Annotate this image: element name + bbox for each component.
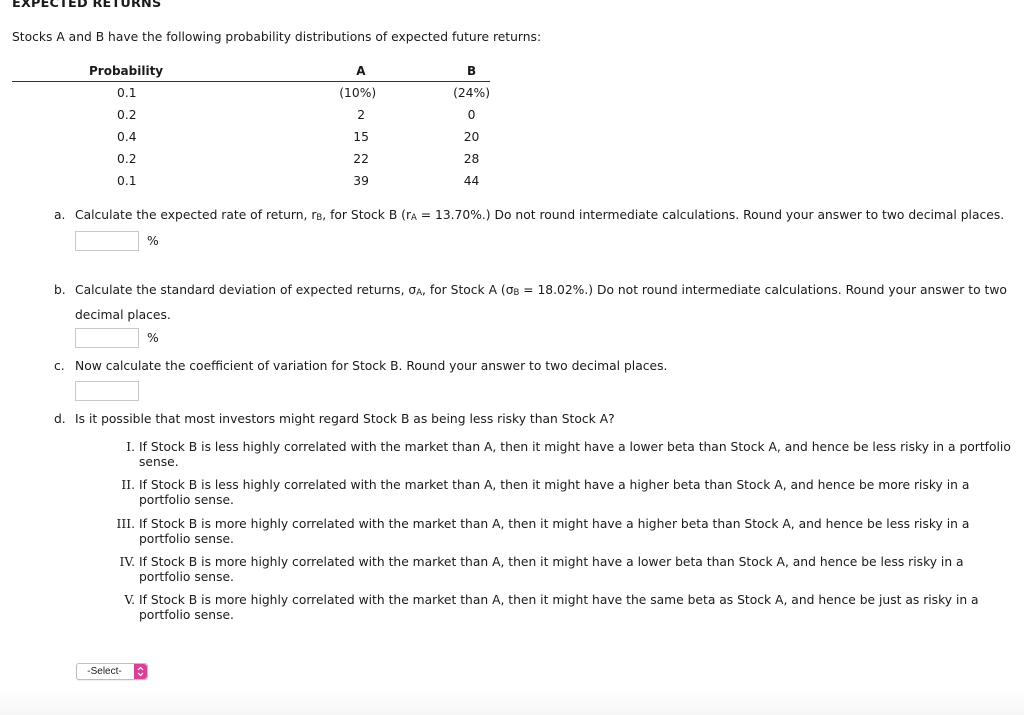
table-row: 0.2 2 0 xyxy=(12,104,490,126)
cell-b: 28 xyxy=(463,152,480,166)
distribution-table: Probability A B 0.1 (10%) (24%) 0.2 2 0 … xyxy=(12,64,490,192)
choice-text: If Stock B is less highly correlated wit… xyxy=(139,440,1011,469)
question-c: c. Now calculate the coefficient of vari… xyxy=(54,355,1014,402)
choice-item: III. If Stock B is more highly correlate… xyxy=(100,517,1015,547)
cell-probability: 0.2 xyxy=(117,152,137,166)
table-row: 0.4 15 20 xyxy=(12,126,490,148)
answer-c-input[interactable] xyxy=(75,381,139,401)
table-row: 0.2 22 28 xyxy=(12,148,490,170)
choice-item: I. If Stock B is less highly correlated … xyxy=(100,440,1015,470)
cell-a: 15 xyxy=(353,130,369,144)
question-d: d. Is it possible that most investors mi… xyxy=(54,408,1014,430)
percent-unit: % xyxy=(147,331,159,345)
cell-a: 2 xyxy=(357,108,366,122)
choice-item: IV. If Stock B is more highly correlated… xyxy=(100,555,1015,585)
answer-d-select[interactable]: -Select- xyxy=(76,663,148,680)
answer-a-input[interactable] xyxy=(75,231,139,251)
question-d-text: Is it possible that most investors might… xyxy=(75,412,615,426)
cell-probability: 0.2 xyxy=(117,108,137,122)
cell-b: 20 xyxy=(463,130,480,144)
answer-b-input[interactable] xyxy=(75,328,139,348)
question-b-label: b. xyxy=(54,283,66,297)
select-value: -Select- xyxy=(87,666,122,677)
cell-b: (24%) xyxy=(453,86,490,100)
cell-probability: 0.1 xyxy=(117,86,137,100)
answer-b-row: % xyxy=(75,327,1014,349)
updown-chevron-icon-svg xyxy=(137,666,144,677)
question-a: a. Calculate the expected rate of return… xyxy=(54,204,1014,252)
choice-text: If Stock B is more highly correlated wit… xyxy=(139,516,970,546)
updown-chevron-icon xyxy=(134,664,147,679)
choice-number: V. xyxy=(124,593,135,608)
choice-number: I. xyxy=(126,440,135,454)
choice-list: I. If Stock B is less highly correlated … xyxy=(100,440,1015,631)
table-row: 0.1 (10%) (24%) xyxy=(12,82,490,105)
question-d-label: d. xyxy=(54,412,66,426)
question-b: b. Calculate the standard deviation of e… xyxy=(54,279,1014,349)
cell-b: 44 xyxy=(463,174,480,188)
table-header-row: Probability A B xyxy=(12,64,490,82)
cell-probability: 0.4 xyxy=(117,130,137,144)
question-b-text-part: , for Stock A (σ xyxy=(422,283,514,297)
question-a-text-part: , for Stock B (r xyxy=(322,208,412,222)
choice-text: If Stock B is more highly correlated wit… xyxy=(139,593,979,623)
choice-item: II. If Stock B is less highly correlated… xyxy=(100,478,1015,508)
cell-a: 39 xyxy=(353,174,369,188)
header-probability: Probability xyxy=(12,64,301,82)
question-a-text-part: = 13.70%.) Do not round intermediate cal… xyxy=(416,208,1005,222)
cell-a: 22 xyxy=(353,152,369,166)
page-title: EXPECTED RETURNS xyxy=(12,0,162,11)
question-a-text: Calculate the expected rate of return, r… xyxy=(75,204,1014,229)
answer-a-row: % xyxy=(75,230,1014,252)
question-a-label: a. xyxy=(54,208,66,222)
choice-text: If Stock B is less highly correlated wit… xyxy=(139,478,970,508)
choice-number: II. xyxy=(121,478,135,493)
question-c-text: Now calculate the coefficient of variati… xyxy=(75,359,668,373)
table-row: 0.1 39 44 xyxy=(12,170,490,192)
cell-b: 0 xyxy=(467,108,476,122)
question-a-text-part: Calculate the expected rate of return, r xyxy=(75,208,317,222)
answer-c-row xyxy=(75,380,1014,402)
percent-unit: % xyxy=(147,234,159,248)
header-b: B xyxy=(453,64,490,82)
intro-text: Stocks A and B have the following probab… xyxy=(12,30,542,44)
question-c-label: c. xyxy=(54,359,65,373)
cell-probability: 0.1 xyxy=(117,174,137,188)
question-b-text-part: Calculate the standard deviation of expe… xyxy=(75,283,417,297)
header-a: A xyxy=(300,64,454,82)
choice-text: If Stock B is more highly correlated wit… xyxy=(139,554,964,584)
choice-number: III. xyxy=(116,516,135,531)
question-b-text: Calculate the standard deviation of expe… xyxy=(75,279,1014,326)
cell-a: (10%) xyxy=(339,86,377,100)
choice-number: IV. xyxy=(119,554,136,569)
choice-item: V. If Stock B is more highly correlated … xyxy=(100,593,1015,623)
